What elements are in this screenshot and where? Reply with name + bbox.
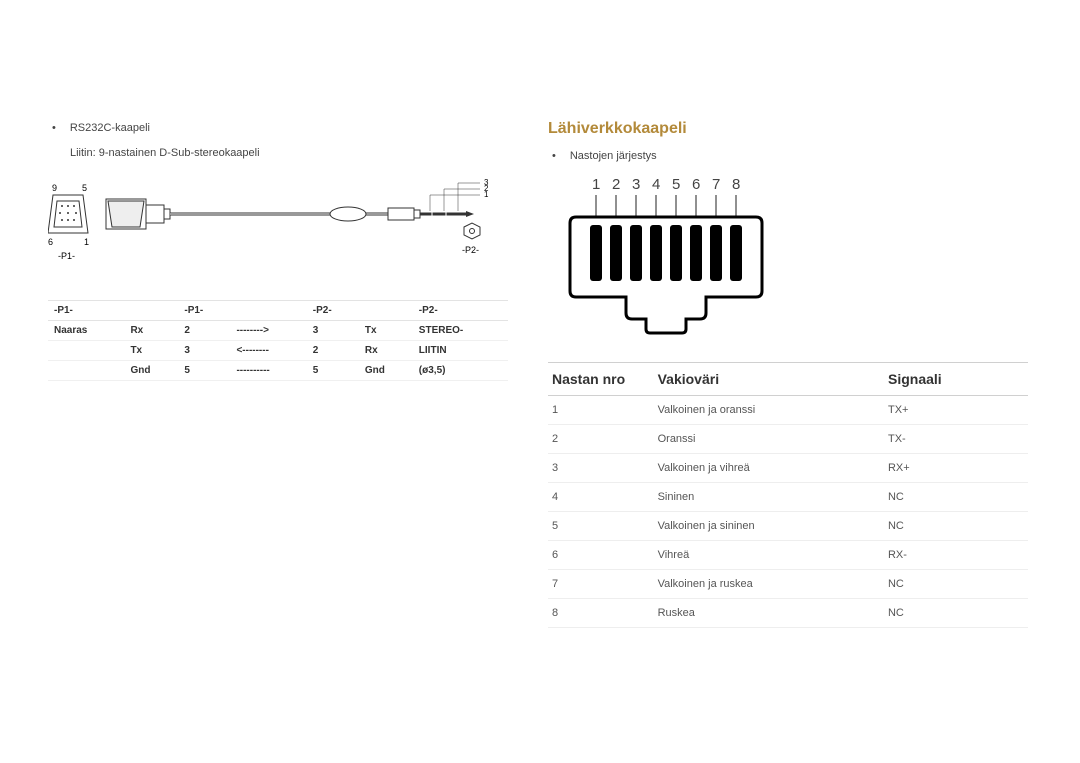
connector-desc: Liitin: 9-nastainen D-Sub-stereokaapeli	[70, 145, 508, 162]
lan-sub-list: Nastojen järjestys	[548, 148, 1028, 165]
table-row: 1Valkoinen ja oranssiTX+	[548, 395, 1028, 424]
dsub-pin-tl: 9	[52, 183, 57, 193]
pin-number-row: 1 2 3 4 5 6 7 8	[592, 176, 740, 193]
pin-mapping-table: -P1- -P1- -P2- -P2- Naaras Rx 2 --------…	[48, 300, 508, 381]
p1-label-diagram: -P1-	[58, 251, 75, 261]
svg-text:1: 1	[592, 176, 600, 193]
p2-label-diagram: -P2-	[462, 245, 479, 255]
table-row: 4SininenNC	[548, 482, 1028, 511]
dsub-plug-icon	[106, 199, 170, 229]
cable-bullet-list: RS232C-kaapeli	[48, 120, 508, 137]
svg-text:8: 8	[732, 176, 740, 193]
table-row: 6VihreäRX-	[548, 540, 1028, 569]
stereo-jack-icon	[388, 208, 474, 220]
rj45-diagram: 1 2 3 4 5 6 7 8	[568, 173, 1028, 342]
svg-text:7: 7	[712, 176, 720, 193]
dsub-pin-tr: 5	[82, 183, 87, 193]
document-page: RS232C-kaapeli Liitin: 9-nastainen D-Sub…	[0, 0, 1080, 668]
cable-name: RS232C-kaapeli	[48, 120, 508, 137]
svg-text:4: 4	[652, 176, 660, 193]
table-row: 2OranssiTX-	[548, 424, 1028, 453]
svg-text:5: 5	[672, 176, 680, 193]
svg-text:3: 3	[632, 176, 640, 193]
right-column: Lähiverkkokaapeli Nastojen järjestys 1 2…	[548, 120, 1028, 628]
table-header-row: -P1- -P1- -P2- -P2-	[48, 301, 508, 321]
rj45-icon	[570, 217, 762, 333]
dsub-pin-br: 1	[84, 237, 89, 247]
table-row: Gnd 5 ---------- 5 Gnd (ø3,5)	[48, 361, 508, 381]
hex-nut-icon	[464, 223, 480, 239]
svg-text:6: 6	[692, 176, 700, 193]
table-row: 7Valkoinen ja ruskeaNC	[548, 569, 1028, 598]
table-row: 8RuskeaNC	[548, 598, 1028, 627]
left-column: RS232C-kaapeli Liitin: 9-nastainen D-Sub…	[48, 120, 508, 628]
lan-heading: Lähiverkkokaapeli	[548, 120, 1028, 138]
table-row: 5Valkoinen ja sininenNC	[548, 511, 1028, 540]
cable-diagram: 9 5 6 1 -P1-	[48, 173, 508, 288]
lan-pin-table: Nastan nro Vakioväri Signaali 1Valkoinen…	[548, 362, 1028, 628]
ring-1: 1	[484, 190, 489, 199]
svg-text:2: 2	[612, 176, 620, 193]
dsub-pin-bl: 6	[48, 237, 53, 247]
table-row: Naaras Rx 2 --------> 3 Tx STEREO-	[48, 321, 508, 341]
dsub-icon	[48, 195, 88, 233]
table-row: 3Valkoinen ja vihreäRX+	[548, 453, 1028, 482]
table-header-row: Nastan nro Vakioväri Signaali	[548, 362, 1028, 395]
table-row: Tx 3 <-------- 2 Rx LIITIN	[48, 341, 508, 361]
pin-order-label: Nastojen järjestys	[548, 148, 1028, 165]
